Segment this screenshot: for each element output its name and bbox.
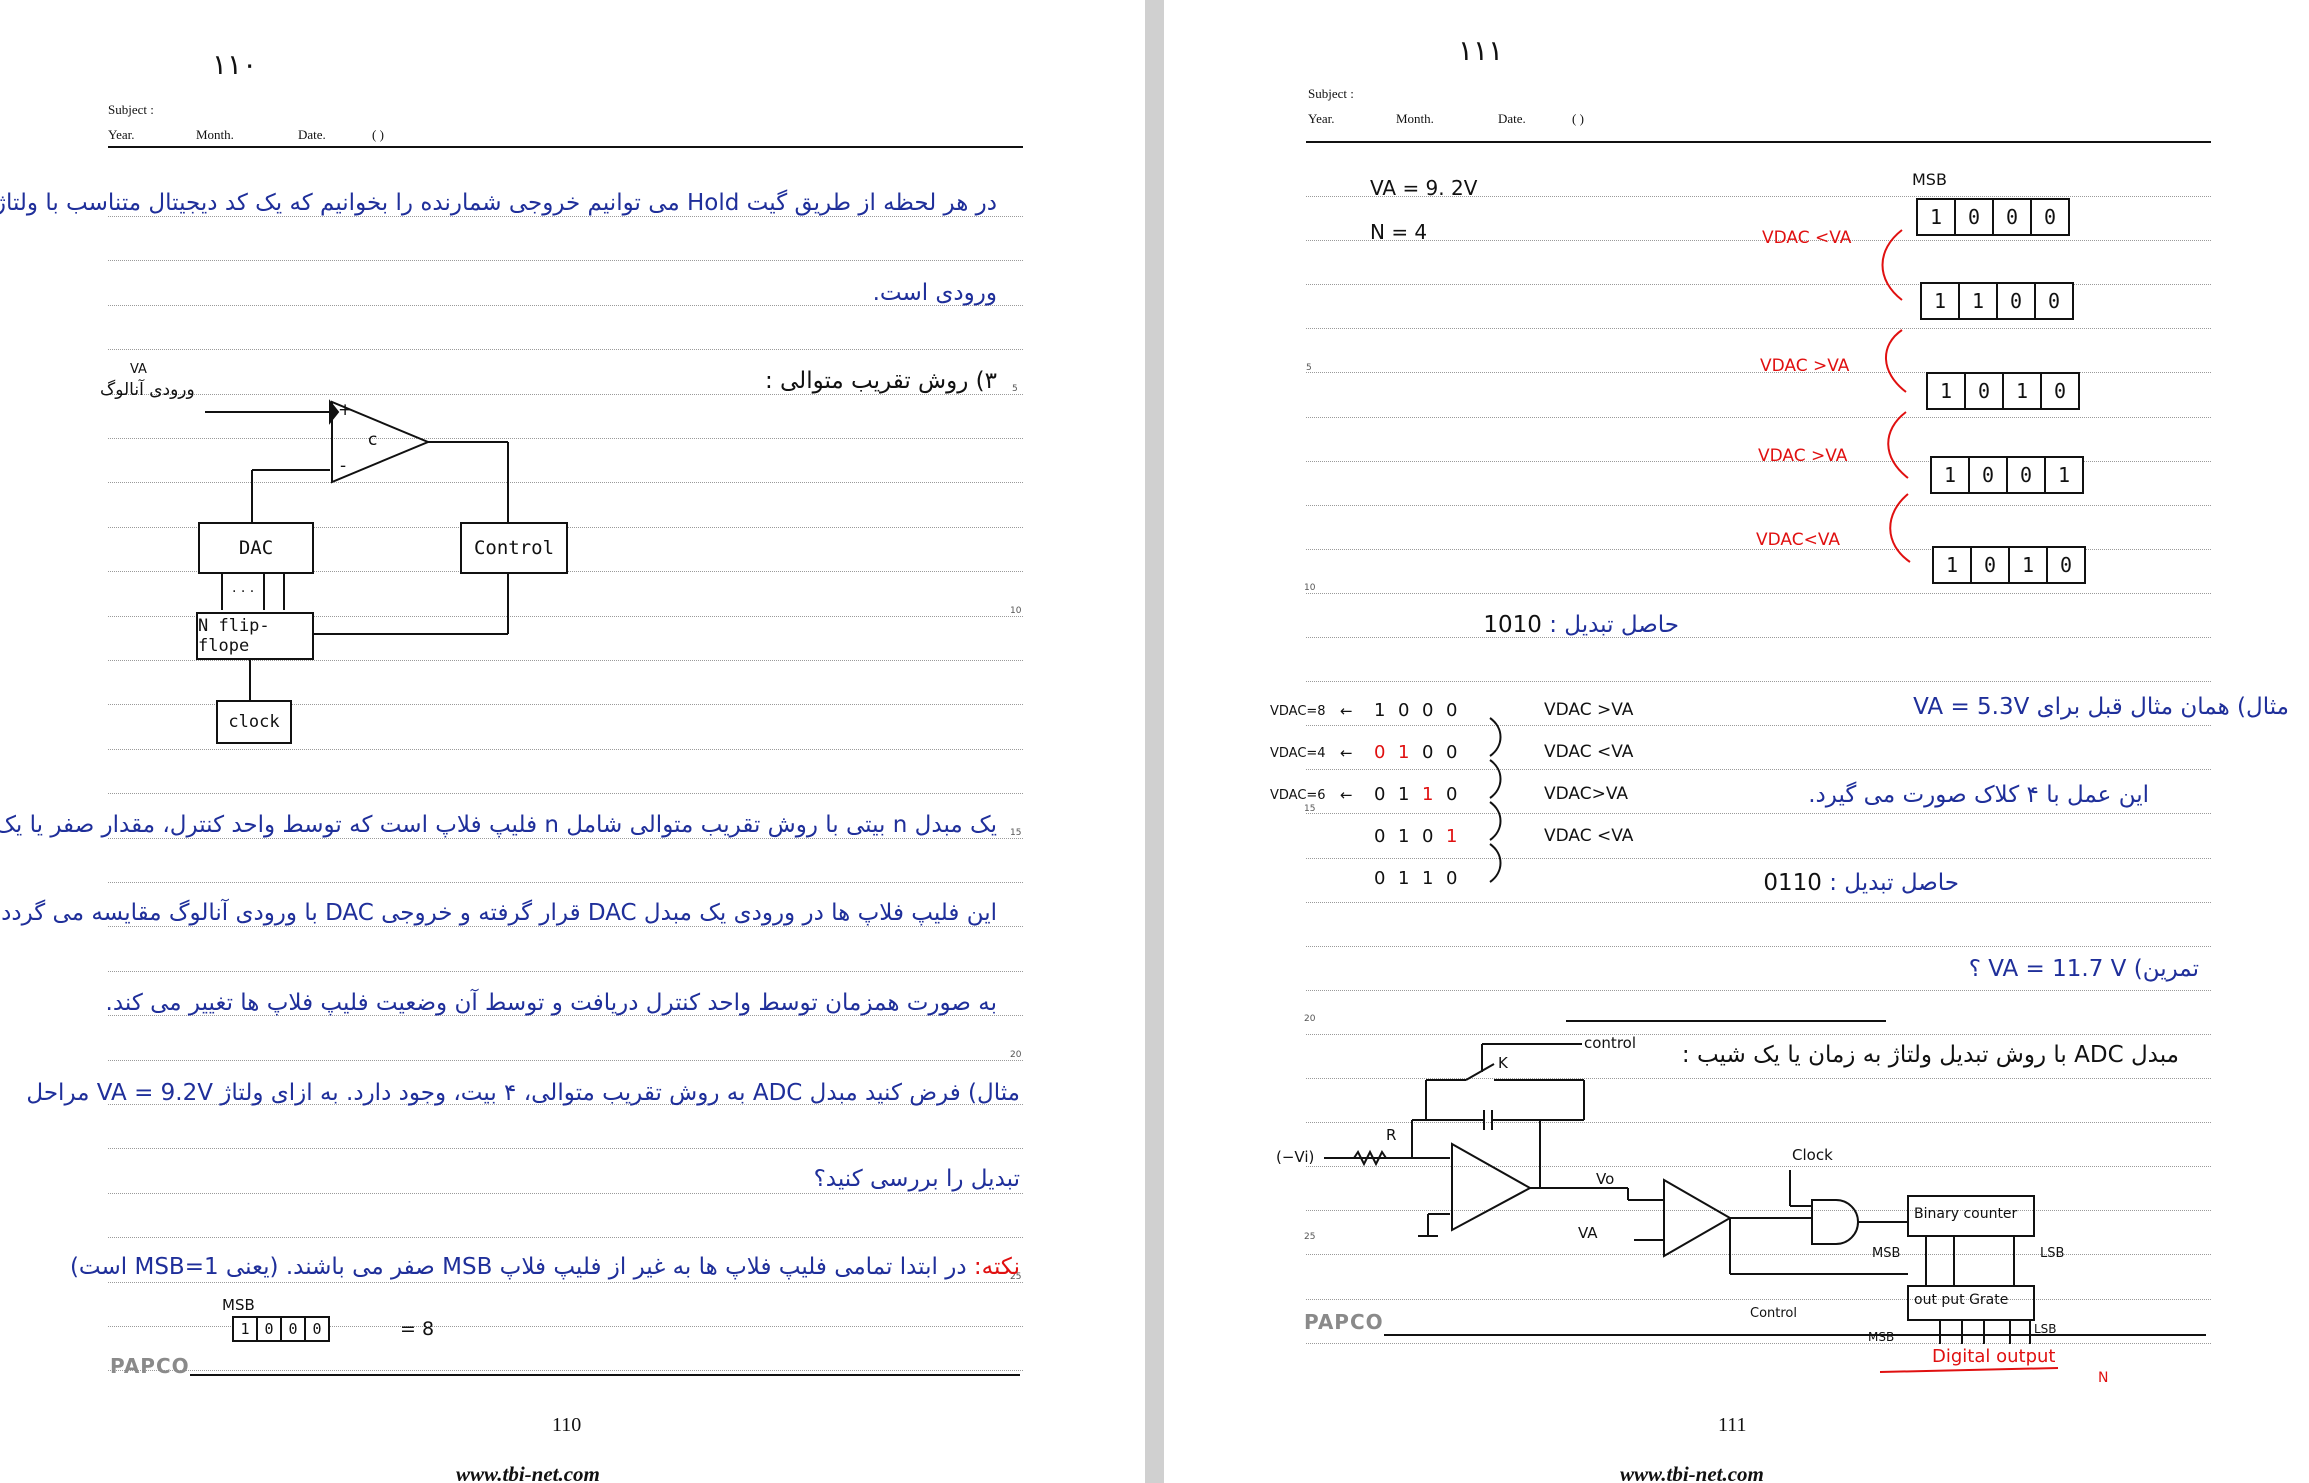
analog-input-label: ورودی آنالوگ — [100, 380, 195, 400]
switch-k — [1465, 1063, 1495, 1081]
switch-k-label: K — [1498, 1054, 1508, 1072]
left-notebook-page: ۱۱۰ Subject : Year. Month. Date. ( ) 5 1… — [0, 0, 1145, 1483]
vo-label: Vo — [1596, 1170, 1615, 1188]
website: www.tbi-net.com — [1620, 1462, 1764, 1483]
page-gutter — [1145, 0, 1164, 1483]
va-label: VA — [1578, 1224, 1598, 1242]
note-text: نکته: در ابتدا تمامی فلیپ فلاپ ها به غیر… — [70, 1254, 1020, 1280]
paragraph-1: یک مبدل n بیتی با روش تقریب متوالی شامل … — [0, 812, 997, 838]
note-body: در ابتدا تمامی فلیپ فلاپ ها به غیر از فل… — [69, 1254, 967, 1280]
control-bottom-label: Control — [1750, 1306, 1797, 1321]
bit: 0 — [280, 1318, 304, 1340]
control-block: Control — [460, 522, 568, 574]
and-gate — [1811, 1199, 1859, 1245]
comparator-opamp — [1663, 1178, 1733, 1258]
clock-block: clock — [216, 700, 292, 744]
flipflop-block: N flip-flope — [196, 612, 314, 660]
comparator-label: c — [368, 430, 378, 450]
initial-value: = 8 — [400, 1318, 435, 1340]
vi-label: (−Vi) — [1276, 1148, 1315, 1166]
initial-bit-register: 1 0 0 0 — [232, 1316, 330, 1342]
bus-dots: . . . — [232, 580, 255, 596]
note-label: نکته: — [973, 1254, 1020, 1280]
bit: 0 — [256, 1318, 280, 1340]
example-text-2: تبدیل را بررسی کنید؟ — [813, 1166, 1020, 1192]
msb-label: MSB — [222, 1296, 255, 1314]
single-slope-adc-circuit — [1324, 1043, 2059, 1373]
page-number-bottom: 111 — [1718, 1414, 1747, 1436]
digital-output-underline — [1879, 1367, 2059, 1373]
msb-label-output: MSB — [1868, 1330, 1895, 1344]
resistor-label: R — [1386, 1126, 1397, 1144]
digital-output-label: Digital output — [1932, 1346, 2056, 1367]
integrator-opamp — [1451, 1142, 1533, 1232]
lsb-label-counter: LSB — [2040, 1246, 2065, 1261]
analog-input-va: VA — [130, 362, 147, 377]
footer-line — [190, 1374, 1020, 1376]
digital-output-n: N — [2098, 1370, 2109, 1386]
website: www.tbi-net.com — [456, 1462, 600, 1483]
bit: 1 — [240, 1320, 250, 1338]
papco-logo: PAPCO — [110, 1354, 190, 1378]
papco-logo: PAPCO — [1304, 1310, 1384, 1334]
paragraph-3: به صورت همزمان توسط واحد کنترل دریافت و … — [105, 990, 997, 1016]
binary-counter-label: Binary counter — [1914, 1206, 2018, 1222]
right-notebook-page: ۱۱۱ Subject : Year. Month. Date. ( ) 5 1… — [1164, 0, 2309, 1483]
plus-sign: + — [338, 400, 353, 420]
footer-line — [1384, 1334, 2206, 1336]
paragraph-2: این فلیپ فلاپ ها در ورودی یک مبدل DAC قر… — [0, 900, 997, 926]
control-top-label: control — [1584, 1034, 1636, 1052]
output-gate-label: out put Grate — [1914, 1292, 2009, 1308]
example-text: مثال) فرض کنید مبدل ADC به روش تقریب متو… — [26, 1080, 1020, 1106]
clock-label: Clock — [1792, 1146, 1833, 1164]
bit: 0 — [304, 1318, 328, 1340]
dac-block: DAC — [198, 522, 314, 574]
msb-label-counter: MSB — [1872, 1246, 1901, 1261]
minus-sign: - — [340, 456, 347, 476]
page-number-bottom: 110 — [552, 1414, 582, 1436]
